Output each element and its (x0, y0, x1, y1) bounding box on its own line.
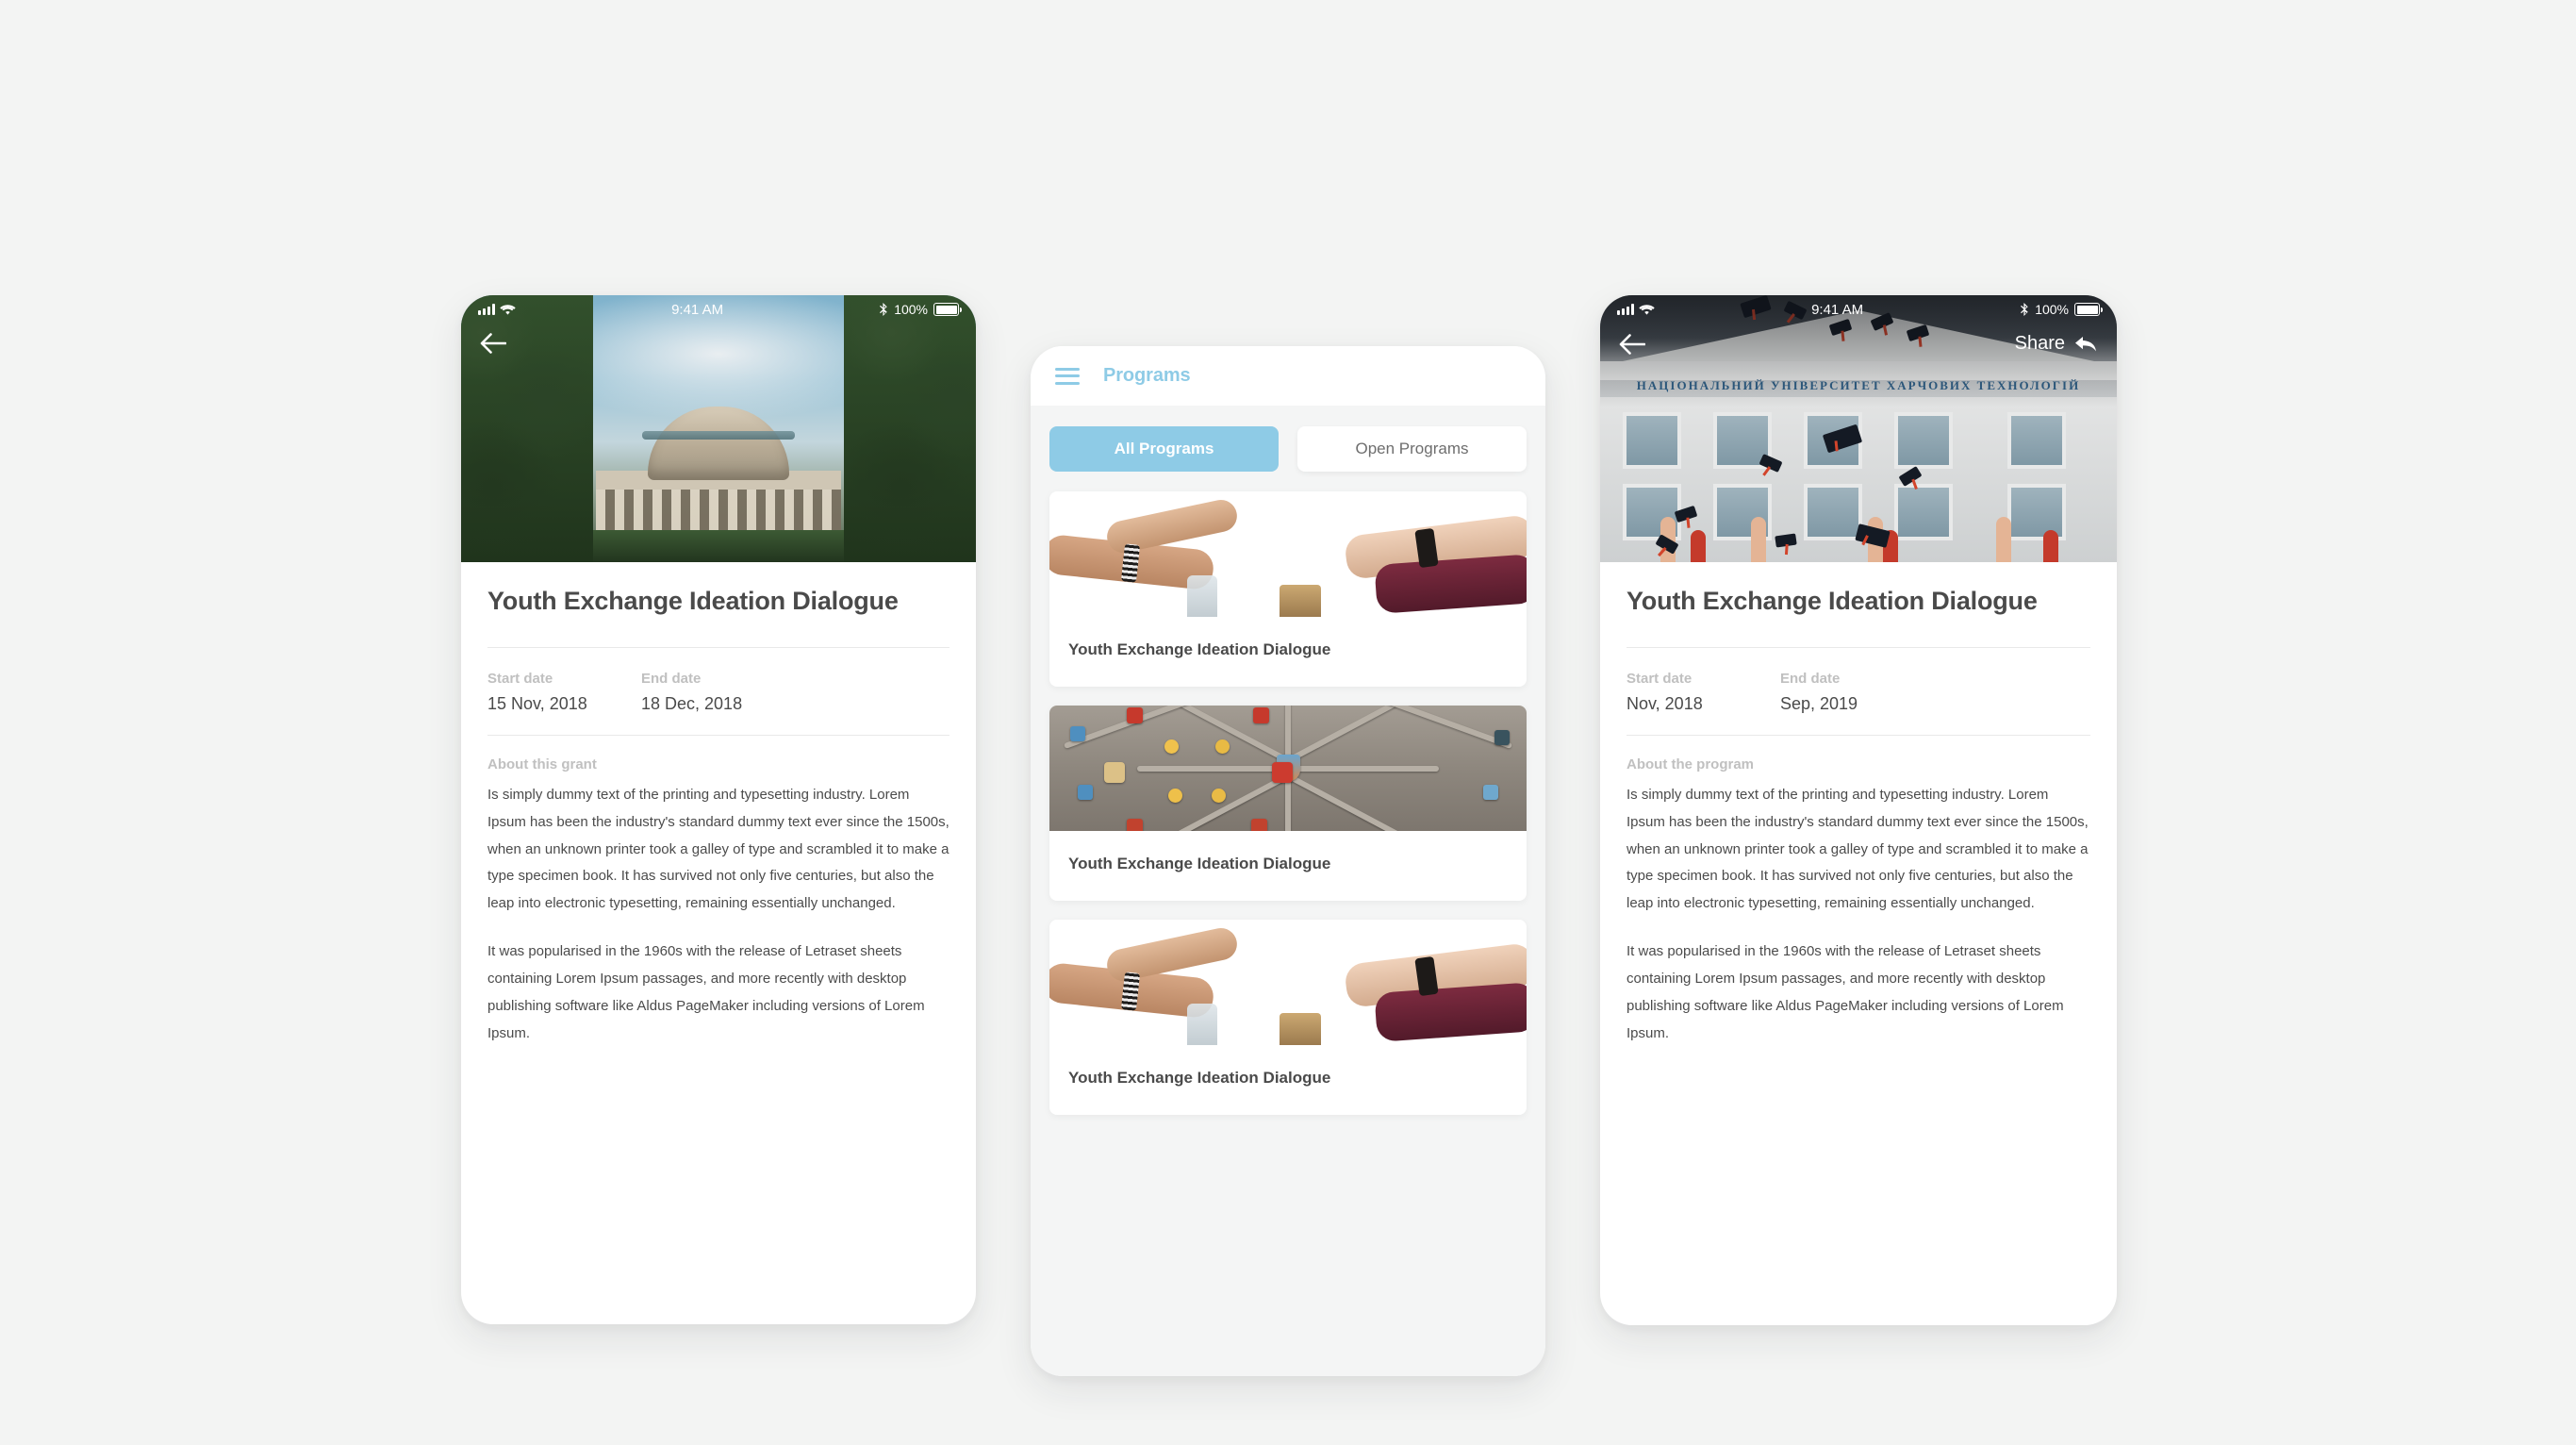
fist-bump-teamwork-photo (1049, 920, 1527, 1045)
grant-detail-body: Youth Exchange Ideation Dialogue Start d… (461, 562, 976, 1048)
hamburger-menu-icon[interactable] (1055, 367, 1080, 385)
battery-icon (933, 303, 962, 316)
program-card[interactable]: Youth Exchange Ideation Dialogue (1049, 491, 1527, 687)
program-card[interactable]: Youth Exchange Ideation Dialogue (1049, 920, 1527, 1115)
program-end-date: End date Sep, 2019 (1780, 671, 1934, 714)
programs-list-phone: Programs All Programs Open Programs Yout… (1031, 346, 1545, 1376)
start-date-value: 15 Nov, 2018 (487, 693, 587, 713)
share-label: Share (2014, 333, 2065, 354)
tab-open-programs[interactable]: Open Programs (1297, 426, 1527, 472)
status-bar: 9:41 AM 100% (1600, 295, 2117, 324)
app-header: Programs (1031, 346, 1545, 406)
battery-icon (2074, 303, 2103, 316)
program-detail-phone: НАЦІОНАЛЬНИЙ УНІВЕРСИТЕТ ХАРЧОВИХ ТЕХНОЛ… (1600, 295, 2117, 1325)
wifi-icon (500, 304, 516, 315)
end-date-label: End date (641, 670, 702, 687)
signal-bars-icon (478, 304, 495, 315)
bluetooth-icon (2021, 303, 2028, 316)
start-date-label: Start date (487, 670, 553, 687)
program-detail-body: Youth Exchange Ideation Dialogue Start d… (1600, 562, 2117, 1048)
back-arrow-icon[interactable] (480, 333, 506, 354)
program-card[interactable]: Youth Exchange Ideation Dialogue (1049, 706, 1527, 901)
programs-list-body: All Programs Open Programs Youth Exchang… (1031, 406, 1545, 1376)
end-date-value: 18 Dec, 2018 (641, 693, 743, 713)
grant-dates-row: Start date 15 Nov, 2018 End date 18 Dec,… (487, 648, 949, 735)
program-hero-image: НАЦІОНАЛЬНИЙ УНІВЕРСИТЕТ ХАРЧОВИХ ТЕХНОЛ… (1600, 295, 2117, 562)
grant-hero-image: 9:41 AM 100% (461, 295, 976, 562)
about-paragraph: It was popularised in the 1960s with the… (1627, 943, 2064, 1042)
wifi-icon (1639, 304, 1655, 315)
bluetooth-icon (880, 303, 887, 316)
program-card-title: Youth Exchange Ideation Dialogue (1068, 640, 1331, 658)
status-time: 9:41 AM (671, 301, 724, 318)
start-date-label: Start date (1627, 670, 1693, 687)
about-paragraph: Is simply dummy text of the printing and… (1627, 786, 2089, 912)
back-arrow-icon[interactable] (1619, 333, 1645, 355)
about-paragraph: Is simply dummy text of the printing and… (487, 786, 949, 912)
end-date-label: End date (1780, 670, 1841, 687)
grant-hero-nav (461, 333, 976, 354)
header-title: Programs (1103, 365, 1191, 386)
signal-bars-icon (1617, 304, 1634, 315)
page-title: Youth Exchange Ideation Dialogue (1627, 587, 2038, 615)
page-title: Youth Exchange Ideation Dialogue (487, 587, 899, 615)
program-start-date: Start date Nov, 2018 (1627, 671, 1780, 714)
fist-bump-teamwork-photo (1049, 491, 1527, 617)
program-card-title: Youth Exchange Ideation Dialogue (1068, 855, 1331, 872)
status-bar: 9:41 AM 100% (461, 295, 976, 324)
program-dates-row: Start date Nov, 2018 End date Sep, 2019 (1627, 648, 2090, 735)
grant-detail-phone: 9:41 AM 100% Youth Exchange Ideation Dia… (461, 295, 976, 1324)
program-filter-tabs: All Programs Open Programs (1049, 426, 1527, 472)
battery-percent: 100% (894, 302, 928, 317)
about-label: About the program (1627, 756, 1754, 772)
battery-percent: 100% (2035, 302, 2069, 317)
program-card-title: Youth Exchange Ideation Dialogue (1068, 1069, 1331, 1087)
share-reply-arrow-icon (2075, 336, 2096, 351)
program-hero-nav: Share (1600, 333, 2117, 355)
about-label: About this grant (487, 756, 597, 772)
grant-end-date: End date 18 Dec, 2018 (641, 671, 795, 714)
mockup-stage: 9:41 AM 100% Youth Exchange Ideation Dia… (0, 0, 2576, 1445)
start-date-value: Nov, 2018 (1627, 693, 1703, 713)
status-time: 9:41 AM (1811, 301, 1864, 318)
end-date-value: Sep, 2019 (1780, 693, 1858, 713)
share-button[interactable]: Share (2015, 333, 2098, 355)
tab-all-programs[interactable]: All Programs (1049, 426, 1279, 472)
about-paragraph: It was popularised in the 1960s with the… (487, 943, 925, 1042)
grant-start-date: Start date 15 Nov, 2018 (487, 671, 641, 714)
gothic-vaulted-ceiling-photo (1049, 706, 1527, 831)
